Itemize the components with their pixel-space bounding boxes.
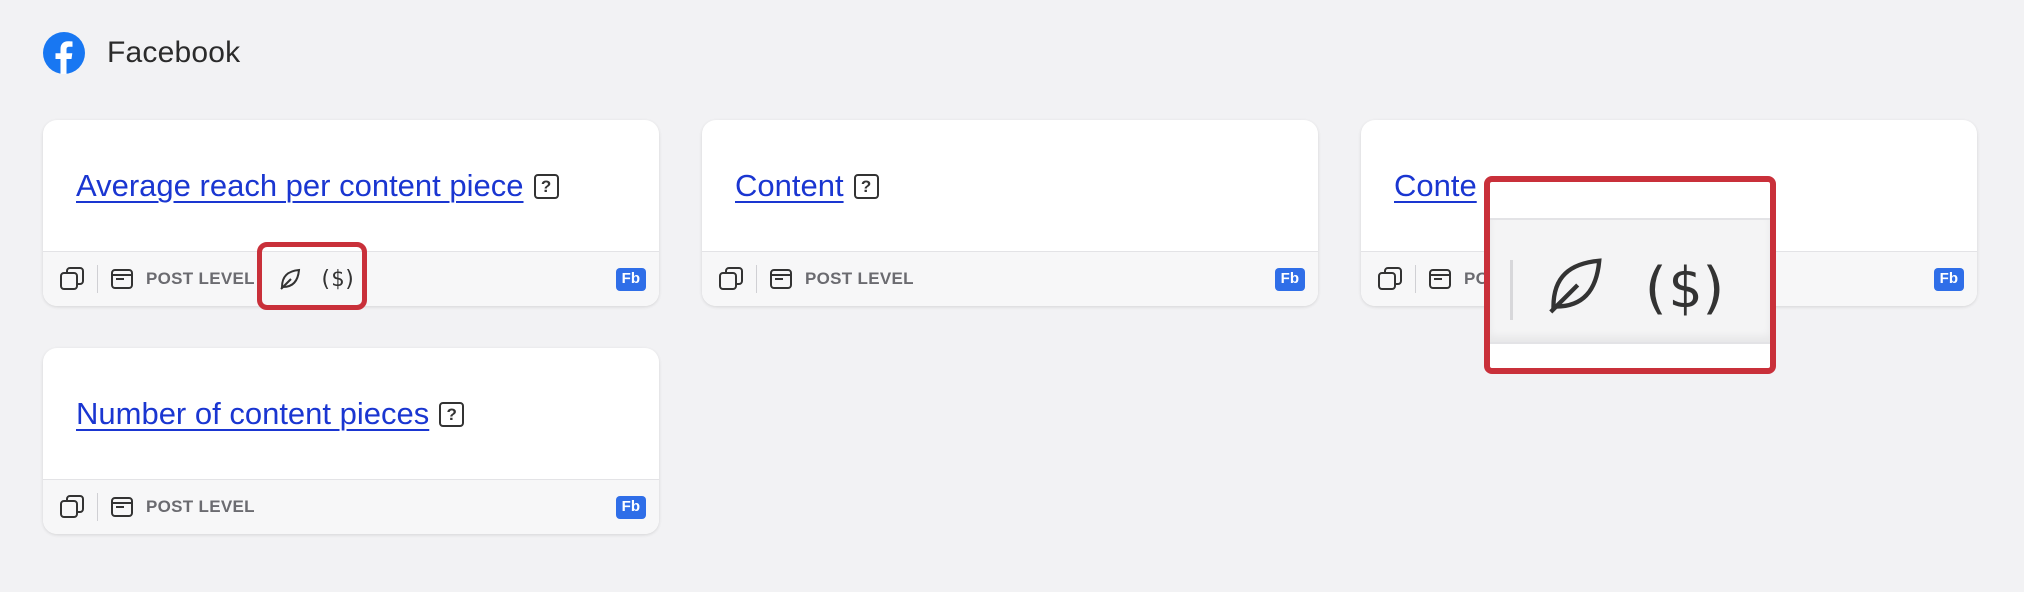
post-level-icon	[111, 497, 133, 517]
metric-title-link[interactable]: Content	[735, 168, 844, 204]
divider	[97, 265, 98, 293]
metric-card: Number of content pieces ? POST LEVEL Fb	[43, 348, 659, 534]
card-footer: POST LEVEL Fb	[702, 251, 1318, 306]
metric-card: Average reach per content piece ? POST L…	[43, 120, 659, 306]
card-footer: POST LEVEL ($) Fb	[43, 251, 659, 306]
platform-badge: Fb	[615, 268, 646, 291]
leaf-icon	[1549, 258, 1602, 314]
metric-card: Content ? POST LEVEL Fb	[702, 120, 1318, 306]
divider	[97, 493, 98, 521]
help-icon[interactable]: ?	[853, 173, 879, 199]
post-level-icon	[1429, 269, 1451, 289]
card-footer: POST LEVEL Fb	[43, 479, 659, 534]
divider	[1415, 265, 1416, 293]
copy-icon[interactable]	[57, 492, 87, 522]
metric-title-link[interactable]: Number of content pieces	[76, 396, 429, 432]
dollar-brackets-icon: ($)	[1638, 256, 1731, 321]
divider	[1510, 260, 1513, 320]
post-level-icon	[111, 269, 133, 289]
copy-icon[interactable]	[57, 264, 87, 294]
metric-title-link[interactable]: Conte	[1394, 168, 1477, 204]
copy-icon[interactable]	[1375, 264, 1405, 294]
zoom-callout: ($)	[1484, 176, 1776, 374]
level-label: POST LEVEL	[805, 269, 914, 288]
level-label: POST LEVEL	[146, 497, 255, 516]
facebook-logo-icon	[43, 32, 85, 74]
copy-icon[interactable]	[716, 264, 746, 294]
platform-badge: Fb	[615, 496, 646, 519]
metric-title-link[interactable]: Average reach per content piece	[76, 168, 524, 204]
help-icon[interactable]: ?	[533, 173, 559, 199]
divider	[756, 265, 757, 293]
platform-badge: Fb	[1274, 268, 1305, 291]
section-title: Facebook	[107, 36, 241, 69]
zoom-footer-strip: ($)	[1490, 218, 1770, 344]
level-label: POST LEVEL	[146, 269, 255, 288]
section-header: Facebook	[43, 32, 240, 74]
post-level-icon	[770, 269, 792, 289]
leaf-icon	[280, 268, 300, 290]
platform-badge: Fb	[1933, 268, 1964, 291]
help-icon[interactable]: ?	[439, 401, 465, 427]
dollar-brackets-icon: ($)	[318, 266, 357, 292]
